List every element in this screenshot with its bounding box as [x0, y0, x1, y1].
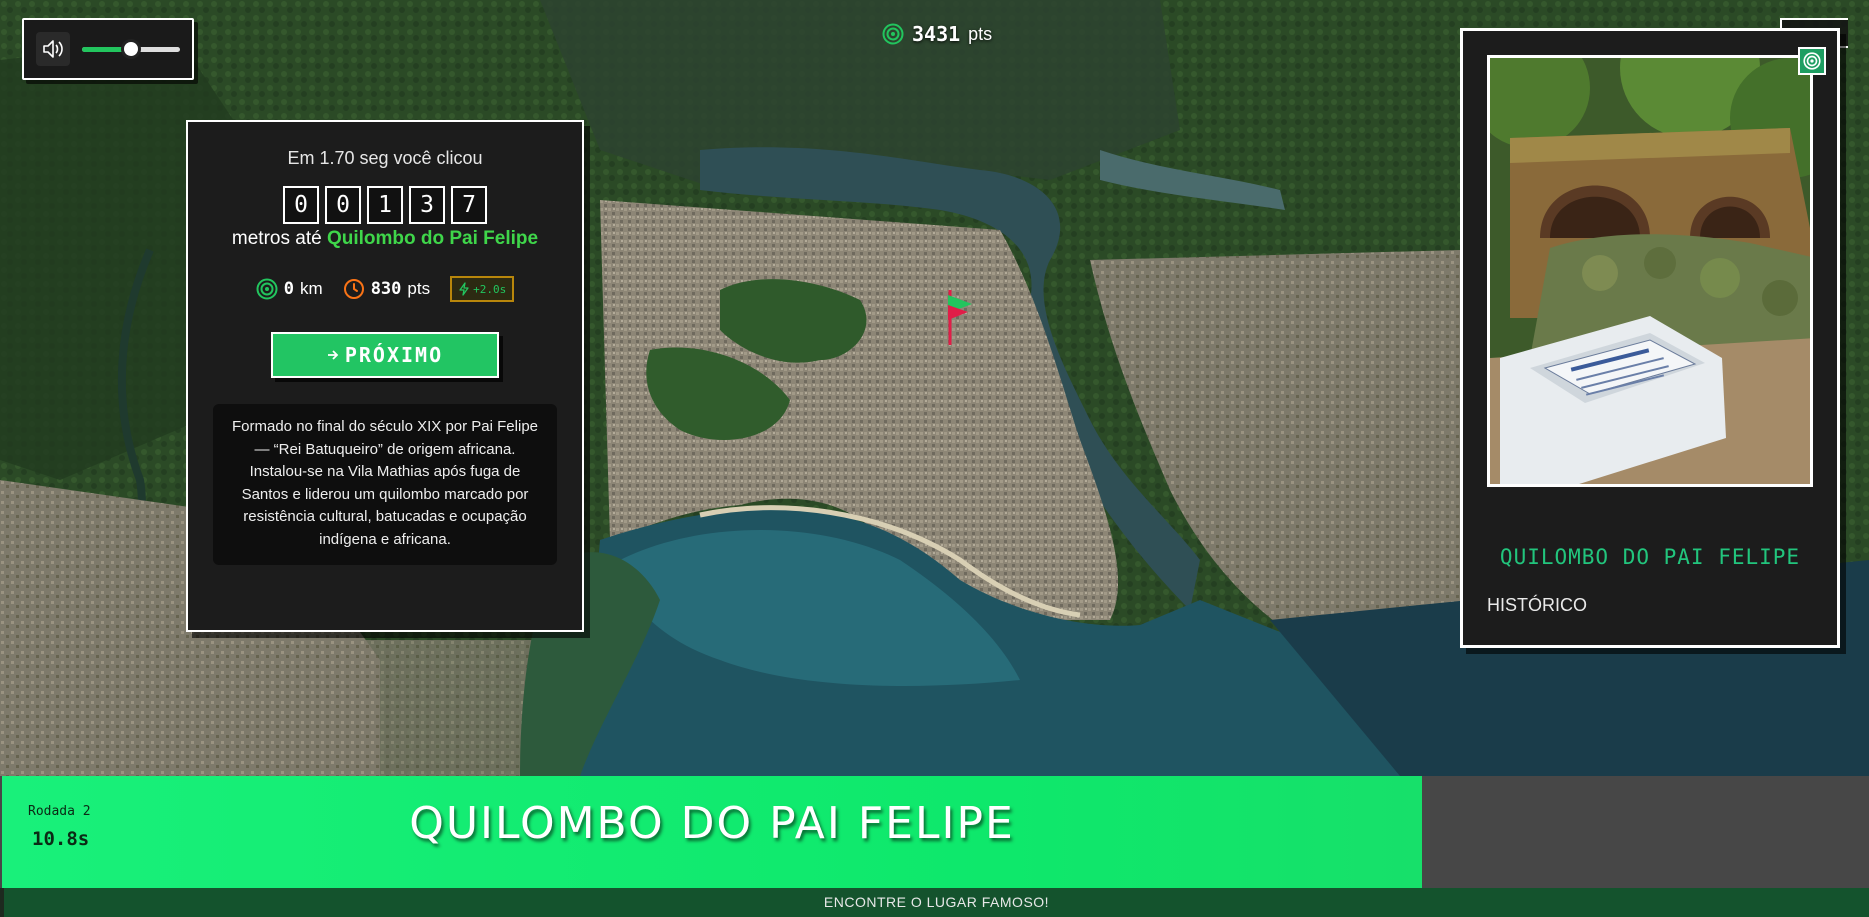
total-score: 3431 pts: [882, 22, 992, 46]
distance-digit: 7: [451, 186, 487, 224]
distance-counter: 0 0 1 3 7: [188, 186, 582, 224]
stats-row: 0 km 830 pts +2.0s: [188, 276, 582, 302]
round-place-title: QUILOMBO DO PAI FELIPE: [409, 798, 1015, 849]
click-time-text: Em 1.70 seg você clicou: [287, 148, 483, 168]
km-value: 0: [283, 279, 295, 299]
target-icon: [882, 23, 904, 45]
time-bonus-label: +2.0s: [473, 282, 507, 296]
lightning-icon: [459, 282, 469, 296]
place-card-title: QUILOMBO DO PAI FELIPE: [1499, 545, 1801, 569]
km-stat: 0 km: [256, 278, 323, 300]
time-bonus-badge: +2.0s: [450, 276, 515, 302]
instruction-strip: ENCONTRE O LUGAR FAMOSO!: [4, 888, 1869, 917]
target-place-name: Quilombo do Pai Felipe: [326, 228, 539, 249]
distance-digit: 1: [367, 186, 403, 224]
distance-digit: 0: [283, 186, 319, 224]
round-banner: Rodada 2 10.8s QUILOMBO DO PAI FELIPE: [0, 776, 1869, 888]
next-button-label: PRÓXIMO: [344, 343, 444, 367]
volume-slider-thumb[interactable]: [121, 38, 141, 59]
km-unit: km: [300, 279, 323, 298]
target-icon: [1798, 47, 1826, 75]
distance-line: metros até Quilombo do Pai Felipe: [188, 228, 582, 250]
target-icon: [256, 278, 278, 300]
distance-digit: 0: [325, 186, 361, 224]
points-stat: 830 pts: [343, 278, 430, 300]
distance-prefix: metros até: [231, 228, 322, 249]
next-button[interactable]: PRÓXIMO: [271, 332, 499, 378]
clock-icon: [343, 279, 364, 299]
result-panel: Em 1.70 seg você clicou 0 0 1 3 7 metros…: [186, 120, 584, 632]
points-unit: pts: [407, 279, 431, 298]
place-photo: [1487, 55, 1813, 487]
place-card: QUILOMBO DO PAI FELIPE HISTÓRICO: [1460, 28, 1840, 648]
total-score-unit: pts: [968, 23, 993, 44]
total-score-value: 3431: [912, 22, 961, 46]
sound-control: [22, 18, 194, 80]
speaker-icon[interactable]: [36, 32, 70, 66]
arrow-right-icon: [327, 350, 339, 360]
distance-digit: 3: [409, 186, 445, 224]
points-value: 830: [370, 279, 402, 299]
place-description: Formado no final do século XIX por Pai F…: [213, 404, 557, 565]
round-banner-progress: Rodada 2 10.8s QUILOMBO DO PAI FELIPE: [2, 776, 1422, 888]
place-card-category: HISTÓRICO: [1487, 595, 1588, 615]
volume-slider[interactable]: [82, 38, 180, 59]
